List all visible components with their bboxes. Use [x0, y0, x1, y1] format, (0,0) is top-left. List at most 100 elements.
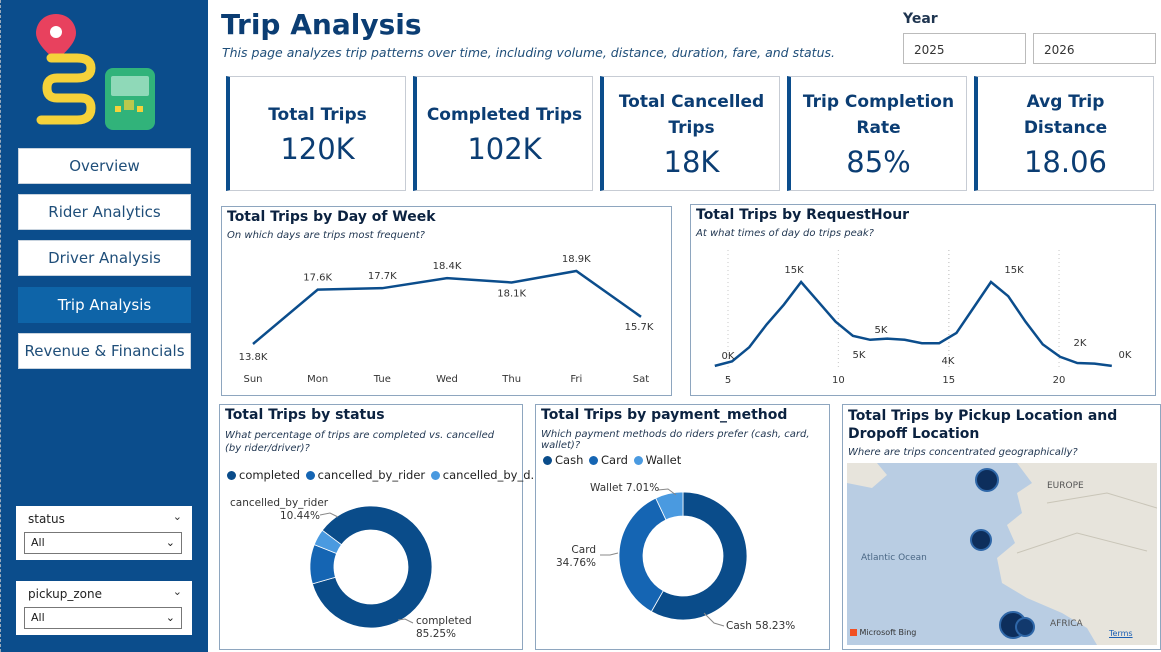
- data-label: 15K: [784, 265, 804, 276]
- map-label-africa: AFRICA: [1050, 619, 1083, 629]
- x-tick-label: Thu: [501, 374, 521, 385]
- data-label: 18.1K: [497, 288, 526, 299]
- slice-label-wallet: Wallet 7.01%: [590, 482, 660, 494]
- data-label: 15K: [1004, 265, 1024, 276]
- leader-line: [319, 512, 339, 518]
- kpi-title: Completed Trips: [426, 104, 583, 125]
- pickup-zone-dropdown[interactable]: All ⌄: [24, 607, 182, 629]
- x-tick-label: 20: [1053, 375, 1066, 386]
- slice-label-completed: completed 85.25%: [416, 615, 472, 641]
- nav-driver-analysis[interactable]: Driver Analysis: [18, 240, 191, 276]
- status-dropdown[interactable]: All ⌄: [24, 532, 182, 554]
- chevron-down-icon: ⌄: [165, 611, 175, 624]
- x-tick-label: 15: [942, 375, 955, 386]
- kpi-value: 18.06: [1023, 144, 1108, 179]
- kpi-card-cancelled-trips: Total Cancelled Trips 18K: [600, 76, 780, 191]
- map-label-ocean: Atlantic Ocean: [861, 553, 927, 563]
- kpi-value: 85%: [846, 144, 911, 179]
- data-label: 5K: [875, 325, 888, 336]
- status-slicer: status ⌄ All ⌄: [16, 506, 192, 560]
- status-donut-chart: [309, 505, 433, 629]
- day-of-week-chart-panel: Total Trips by Day of Week On which days…: [221, 206, 672, 396]
- chevron-down-icon[interactable]: ⌄: [173, 510, 182, 523]
- status-chart-panel: Total Trips by status What percentage of…: [219, 404, 541, 650]
- bing-logo-icon: [850, 629, 857, 636]
- data-label: 18.4K: [433, 261, 462, 272]
- x-tick-label: Sun: [243, 374, 262, 385]
- data-label: 17.7K: [368, 271, 397, 282]
- slice-label-cancelled-by-rider: cancelled_by_rider 10.44%: [230, 497, 329, 523]
- page-subtitle: This page analyzes trip patterns over ti…: [222, 45, 835, 60]
- year-slicer-label: Year: [903, 11, 938, 27]
- data-label: 4K: [942, 356, 955, 367]
- kpi-value: 120K: [280, 131, 355, 166]
- slice-label-pct: 10.44%: [279, 510, 320, 522]
- chart-title: Total Trips by Pickup Location and Dropo…: [848, 408, 1118, 442]
- nav-revenue-financials[interactable]: Revenue & Financials: [18, 333, 191, 369]
- slice-label-name: cancelled_by_rider: [230, 497, 329, 509]
- map-canvas[interactable]: EUROPE Atlantic Ocean AFRICA Microsoft B…: [847, 463, 1157, 645]
- kpi-title: Trip Completion Rate: [802, 91, 955, 138]
- terms-link[interactable]: Terms: [1109, 629, 1133, 638]
- pickup-zone-dropdown-value: All: [31, 611, 45, 624]
- data-label: 0K: [722, 351, 735, 362]
- status-slicer-label: status: [28, 512, 65, 526]
- kpi-card-total-trips: Total Trips 120K: [226, 76, 406, 191]
- kpi-value: 102K: [467, 131, 542, 166]
- page-title: Trip Analysis: [221, 8, 422, 41]
- series-line: [714, 280, 1112, 368]
- x-tick-label: Tue: [373, 374, 391, 385]
- donut-slice: [618, 497, 667, 613]
- chevron-down-icon: ⌄: [165, 536, 175, 549]
- bing-label: Microsoft Bing: [859, 628, 917, 637]
- kpi-value: 18K: [663, 144, 720, 179]
- map-bubble[interactable]: [1015, 617, 1035, 637]
- map-label-europe: EUROPE: [1047, 481, 1084, 491]
- status-dropdown-value: All: [31, 536, 45, 549]
- slice-label-card: Card 34.76%: [556, 544, 596, 570]
- kpi-card-completion-rate: Trip Completion Rate 85%: [787, 76, 967, 191]
- data-label: 5K: [853, 350, 866, 361]
- slice-label-pct: 85.25%: [416, 628, 457, 640]
- day-of-week-line-chart: Sun 13.8K Mon 17.6K Tue 17.7K Wed 18.4K Thu 18.1K…: [239, 254, 654, 385]
- year-2025-button[interactable]: 2025: [903, 33, 1026, 64]
- x-tick-label: Sat: [633, 374, 649, 385]
- map-panel: Total Trips by Pickup Location and Dropo…: [842, 404, 1161, 650]
- pickup-zone-slicer: pickup_zone ⌄ All ⌄: [16, 581, 192, 635]
- year-2026-button[interactable]: 2026: [1033, 33, 1156, 64]
- nav-rider-analytics[interactable]: Rider Analytics: [18, 194, 191, 230]
- x-tick-label: Fri: [570, 374, 582, 385]
- kpi-title: Avg Trip Distance: [1023, 91, 1108, 138]
- data-label: 2K: [1074, 338, 1087, 349]
- kpi-title: Total Trips: [268, 104, 367, 125]
- x-tick-label: 10: [832, 375, 845, 386]
- slice-label-name: completed: [416, 615, 472, 627]
- payment-donut-chart: [600, 488, 748, 627]
- nav-trip-analysis[interactable]: Trip Analysis: [18, 287, 191, 323]
- data-label: 18.9K: [562, 254, 591, 265]
- pickup-zone-slicer-label: pickup_zone: [28, 587, 102, 601]
- data-label: 13.8K: [239, 352, 268, 363]
- payment-chart-panel: Total Trips by payment_method Which paym…: [535, 404, 830, 650]
- map-bubble[interactable]: [970, 529, 992, 551]
- chevron-down-icon[interactable]: ⌄: [173, 585, 182, 598]
- nav-overview[interactable]: Overview: [18, 148, 191, 184]
- kpi-title: Total Cancelled Trips: [618, 91, 765, 138]
- data-label: 15.7K: [625, 322, 654, 333]
- slice-label-name: Card: [571, 544, 596, 556]
- x-tick-label: 5: [725, 375, 731, 386]
- kpi-card-avg-distance: Avg Trip Distance 18.06: [974, 76, 1154, 191]
- leader-line: [600, 552, 619, 556]
- chart-subtitle: Where are trips concentrated geographica…: [848, 447, 1078, 458]
- slice-label-pct: 34.76%: [556, 557, 597, 569]
- x-tick-label: Wed: [436, 374, 458, 385]
- map-bubble[interactable]: [975, 468, 999, 492]
- x-tick-label: Mon: [307, 374, 328, 385]
- request-hour-line-chart: 5 10 15 20 0K 15K 5K 5K 4K 15K 2K 0K: [714, 250, 1132, 386]
- request-hour-chart-panel: Total Trips by RequestHour At what times…: [690, 204, 1156, 396]
- bing-logo: Microsoft Bing: [850, 628, 916, 637]
- app-logo: [36, 14, 155, 130]
- kpi-card-completed-trips: Completed Trips 102K: [413, 76, 593, 191]
- data-label: 0K: [1119, 350, 1132, 361]
- data-label: 17.6K: [303, 273, 332, 284]
